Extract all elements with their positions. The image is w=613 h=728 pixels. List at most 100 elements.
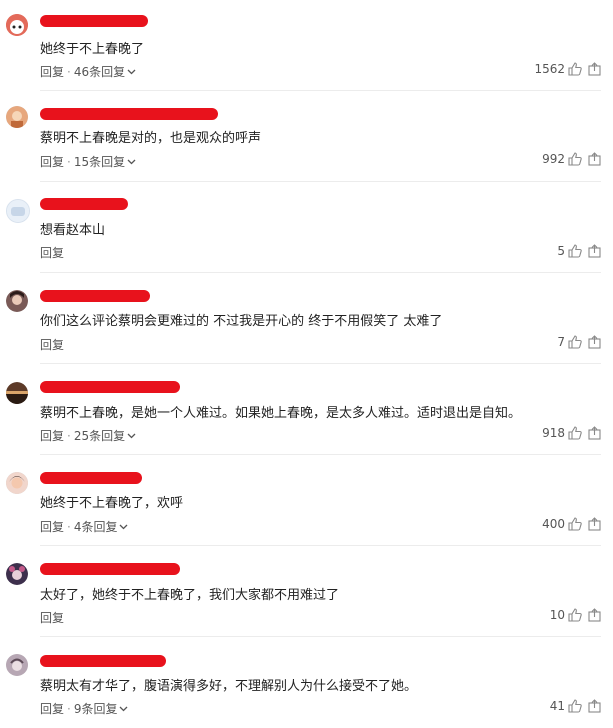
username-redacted[interactable]: [40, 198, 128, 210]
like-button[interactable]: 1562: [534, 62, 582, 76]
replies-count: 4条回复: [73, 520, 118, 534]
reply-row: 回复 · 25条回复: [40, 427, 136, 444]
share-icon[interactable]: [588, 244, 601, 258]
reply-button[interactable]: 回复: [40, 63, 64, 80]
thumbs-up-icon: [568, 517, 582, 531]
avatar[interactable]: [6, 563, 28, 585]
reply-button[interactable]: 回复: [40, 336, 64, 353]
like-button[interactable]: 992: [542, 152, 582, 166]
comment-text: 你们这么评论蔡明会更难过的 不过我是开心的 终于不用假笑了 太难了: [40, 314, 443, 329]
comment-item: 蔡明太有才华了，腹语演得多好，不理解别人为什么接受不了她。 回复 · 9条回复 …: [0, 637, 613, 728]
like-button[interactable]: 400: [542, 517, 582, 531]
username-redacted[interactable]: [40, 655, 166, 667]
view-replies-button[interactable]: 9条回复: [74, 700, 129, 717]
reply-button[interactable]: 回复: [40, 427, 64, 444]
thumbs-up-icon: [568, 426, 582, 440]
like-button[interactable]: 7: [557, 335, 582, 349]
username-redacted[interactable]: [40, 290, 150, 302]
like-count: 992: [542, 152, 565, 166]
comment-text: 蔡明太有才华了，腹语演得多好，不理解别人为什么接受不了她。: [40, 679, 418, 694]
comment-text: 太好了，她终于不上春晚了，我们大家都不用难过了: [40, 588, 340, 603]
share-icon[interactable]: [588, 517, 601, 531]
comment-item: 她终于不上春晚了 回复 · 46条回复 1562: [0, 0, 613, 91]
reply-button[interactable]: 回复: [40, 153, 64, 170]
comment-item: 你们这么评论蔡明会更难过的 不过我是开心的 终于不用假笑了 太难了 回复 7: [0, 273, 613, 364]
comment-text: 想看赵本山: [40, 223, 106, 238]
like-button[interactable]: 41: [550, 699, 582, 713]
like-count: 41: [549, 699, 565, 713]
like-count: 918: [542, 426, 565, 440]
view-replies-button[interactable]: 25条回复: [74, 427, 136, 444]
comment-actions: 7: [557, 335, 601, 349]
avatar[interactable]: [6, 14, 28, 36]
like-count: 1562: [534, 62, 565, 76]
like-count: 400: [542, 517, 565, 531]
reply-button[interactable]: 回复: [40, 700, 64, 717]
reply-row: 回复 · 9条回复: [40, 700, 128, 717]
separator: ·: [67, 701, 71, 716]
avatar[interactable]: [6, 199, 30, 223]
reply-button[interactable]: 回复: [40, 518, 64, 535]
thumbs-up-icon: [568, 244, 582, 258]
thumbs-up-icon: [568, 62, 582, 76]
share-icon[interactable]: [588, 699, 601, 713]
share-icon[interactable]: [588, 426, 601, 440]
username-redacted[interactable]: [40, 15, 148, 27]
share-icon[interactable]: [588, 608, 601, 622]
like-count: 7: [557, 335, 565, 349]
avatar[interactable]: [6, 382, 28, 404]
reply-row: 回复: [40, 244, 64, 261]
username-redacted[interactable]: [40, 472, 142, 484]
like-count: 5: [557, 244, 565, 258]
comment-text: 她终于不上春晚了，欢呼: [40, 496, 184, 511]
avatar[interactable]: [6, 472, 28, 494]
comment-actions: 10: [550, 608, 601, 622]
replies-count: 15条回复: [73, 155, 126, 169]
comment-actions: 918: [542, 426, 601, 440]
comment-actions: 41: [550, 699, 601, 713]
chevron-down-icon: [127, 69, 136, 75]
avatar[interactable]: [6, 290, 28, 312]
like-button[interactable]: 918: [542, 426, 582, 440]
reply-row: 回复: [40, 336, 64, 353]
replies-count: 9条回复: [73, 702, 118, 716]
thumbs-up-icon: [568, 335, 582, 349]
avatar[interactable]: [6, 654, 28, 676]
comment-item: 太好了，她终于不上春晚了，我们大家都不用难过了 回复 10: [0, 546, 613, 637]
comment-text: 蔡明不上春晚是对的，也是观众的呼声: [40, 131, 262, 146]
reply-row: 回复 · 46条回复: [40, 63, 136, 80]
replies-count: 25条回复: [73, 429, 126, 443]
comment-text: 她终于不上春晚了: [40, 42, 145, 57]
share-icon[interactable]: [588, 62, 601, 76]
comment-item: 她终于不上春晚了，欢呼 回复 · 4条回复 400: [0, 455, 613, 546]
chevron-down-icon: [127, 159, 136, 165]
username-redacted[interactable]: [40, 563, 180, 575]
view-replies-button[interactable]: 4条回复: [74, 518, 129, 535]
reply-row: 回复 · 4条回复: [40, 518, 128, 535]
view-replies-button[interactable]: 46条回复: [74, 63, 136, 80]
share-icon[interactable]: [588, 335, 601, 349]
avatar[interactable]: [6, 106, 28, 128]
chevron-down-icon: [127, 433, 136, 439]
thumbs-up-icon: [568, 152, 582, 166]
comment-actions: 992: [542, 152, 601, 166]
replies-count: 46条回复: [73, 65, 126, 79]
chevron-down-icon: [119, 706, 128, 712]
like-button[interactable]: 10: [550, 608, 582, 622]
like-button[interactable]: 5: [557, 244, 582, 258]
like-count: 10: [549, 608, 565, 622]
comment-item: 想看赵本山 回复 5: [0, 182, 613, 273]
share-icon[interactable]: [588, 152, 601, 166]
comment-actions: 5: [557, 244, 601, 258]
comment-actions: 1562: [534, 62, 601, 76]
chevron-down-icon: [119, 524, 128, 530]
reply-row: 回复: [40, 609, 64, 626]
comment-text: 蔡明不上春晚，是她一个人难过。如果她上春晚，是太多人难过。适时退出是自知。: [40, 406, 522, 421]
username-redacted[interactable]: [40, 108, 218, 120]
reply-button[interactable]: 回复: [40, 244, 64, 261]
reply-row: 回复 · 15条回复: [40, 153, 136, 170]
reply-button[interactable]: 回复: [40, 609, 64, 626]
thumbs-up-icon: [568, 608, 582, 622]
view-replies-button[interactable]: 15条回复: [74, 153, 136, 170]
username-redacted[interactable]: [40, 381, 180, 393]
